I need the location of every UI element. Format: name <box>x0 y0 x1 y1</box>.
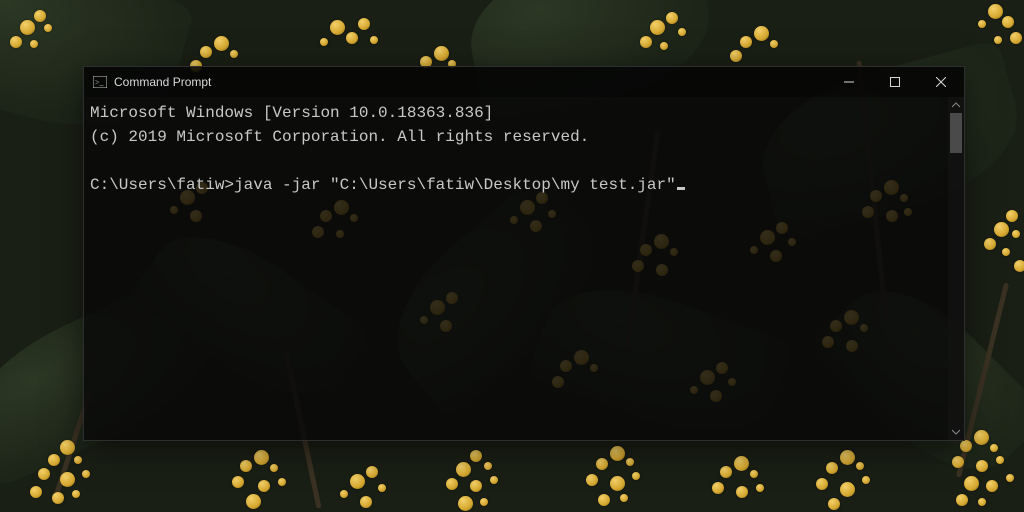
vertical-scrollbar[interactable] <box>948 97 964 440</box>
desktop-wallpaper: >_ Command Prompt Microsoft Windows [Ver… <box>0 0 1024 512</box>
terminal-output[interactable]: Microsoft Windows [Version 10.0.18363.83… <box>84 97 948 440</box>
maximize-icon <box>890 77 900 87</box>
copyright-line: (c) 2019 Microsoft Corporation. All righ… <box>90 128 589 146</box>
svg-text:>_: >_ <box>95 78 105 87</box>
chevron-up-icon <box>952 102 960 108</box>
minimize-icon <box>844 77 854 87</box>
text-cursor <box>677 187 685 190</box>
chevron-down-icon <box>952 429 960 435</box>
close-button[interactable] <box>918 67 964 97</box>
close-icon <box>936 77 946 87</box>
titlebar[interactable]: >_ Command Prompt <box>84 67 964 97</box>
minimize-button[interactable] <box>826 67 872 97</box>
maximize-button[interactable] <box>872 67 918 97</box>
version-line: Microsoft Windows [Version 10.0.18363.83… <box>90 104 493 122</box>
cmd-icon: >_ <box>92 74 108 90</box>
scroll-thumb[interactable] <box>950 113 962 153</box>
window-title: Command Prompt <box>114 75 211 89</box>
scroll-up-button[interactable] <box>948 97 964 113</box>
command-input: java -jar "C:\Users\fatiw\Desktop\my tes… <box>234 176 676 194</box>
scroll-down-button[interactable] <box>948 424 964 440</box>
prompt-path: C:\Users\fatiw> <box>90 176 234 194</box>
command-prompt-window: >_ Command Prompt Microsoft Windows [Ver… <box>83 66 965 441</box>
